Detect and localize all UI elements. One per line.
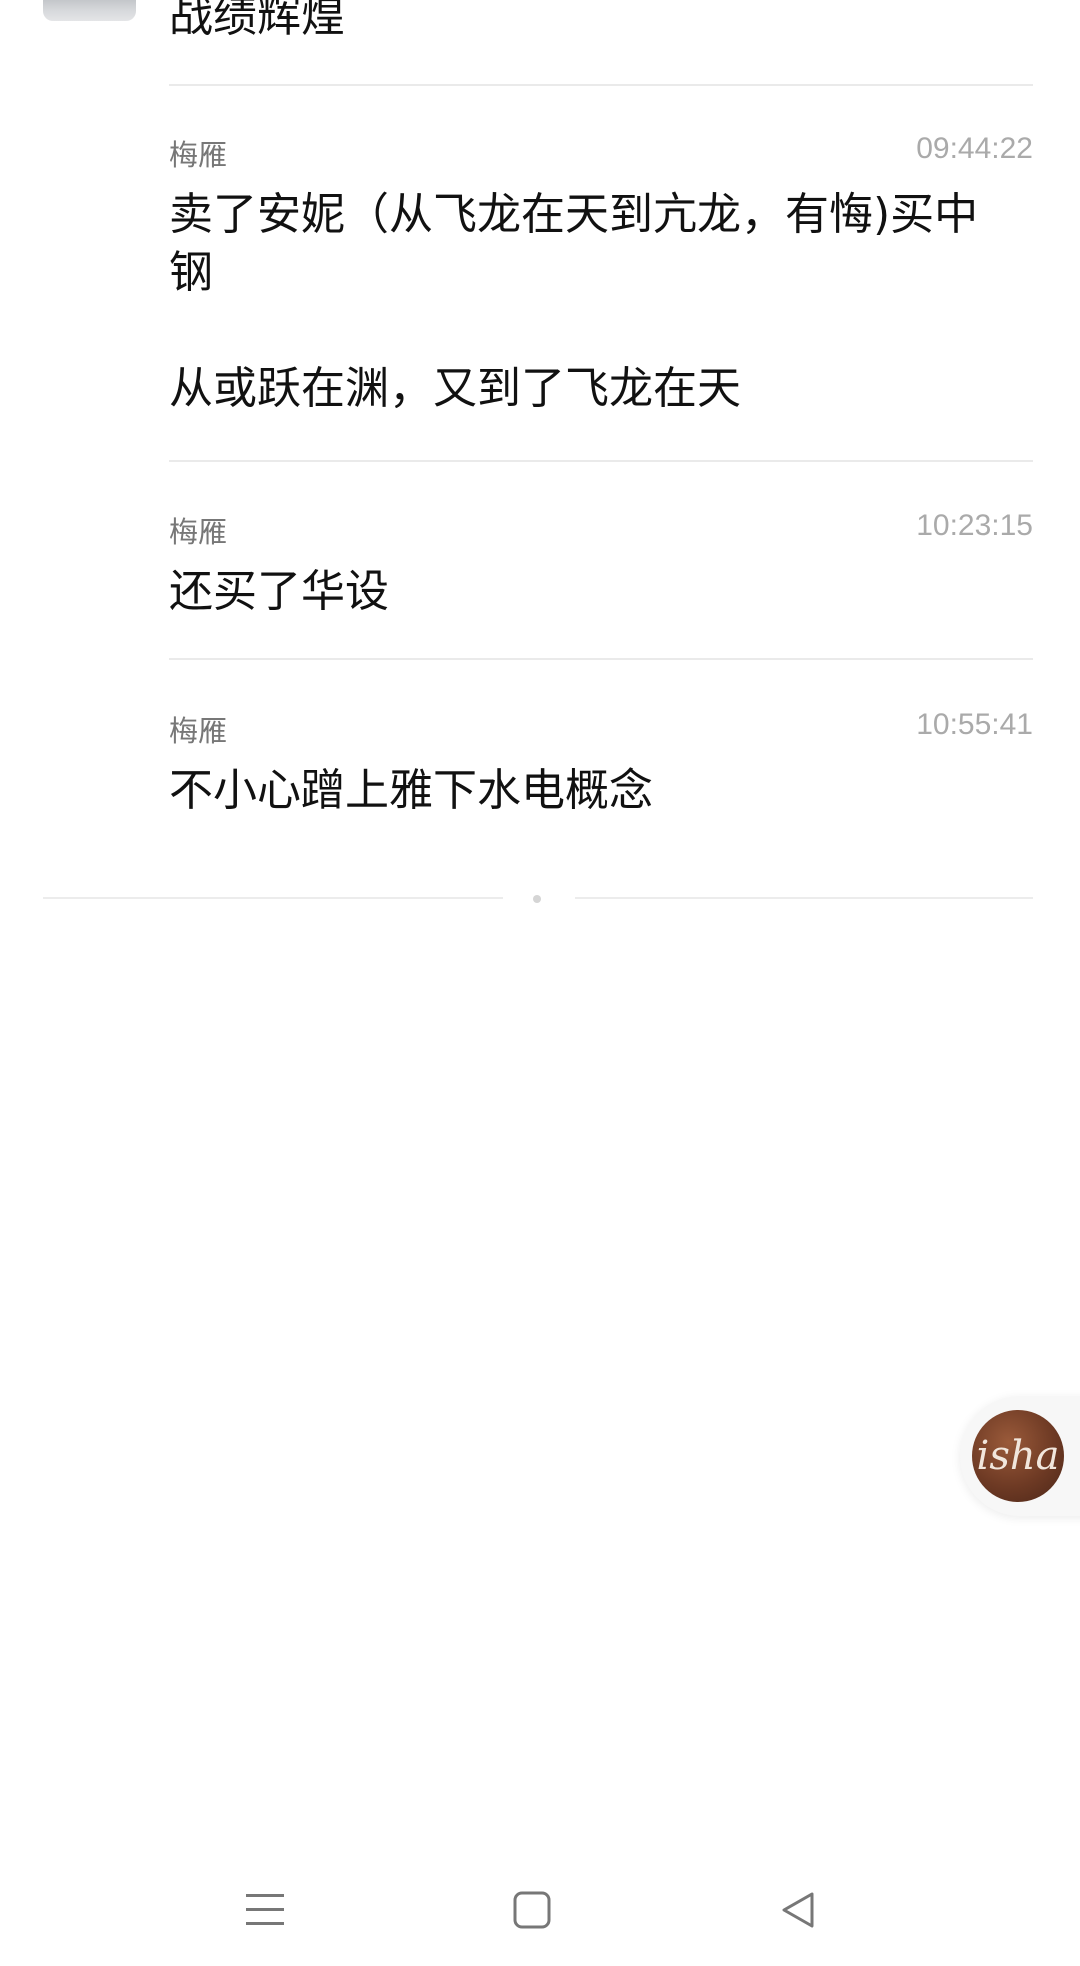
message-text: 战绩辉煌 bbox=[169, 0, 345, 42]
system-navigation-bar bbox=[0, 1840, 1080, 1966]
message-time: 09:44:22 bbox=[916, 132, 1033, 165]
divider bbox=[169, 658, 1033, 660]
back-button[interactable] bbox=[758, 1880, 838, 1940]
message-text: 不小心蹭上雅下水电概念 bbox=[169, 765, 653, 816]
message-item[interactable]: 梅雁 10:23:15 还买了华设 bbox=[169, 505, 1033, 625]
divider bbox=[169, 84, 1033, 86]
previous-message: 战绩辉煌 bbox=[169, 0, 1033, 46]
logo-label: isha bbox=[976, 1433, 1060, 1479]
menu-button[interactable] bbox=[225, 1880, 305, 1940]
end-separator-right bbox=[575, 897, 1033, 899]
message-time: 10:23:15 bbox=[916, 509, 1033, 542]
avatar[interactable] bbox=[43, 0, 136, 21]
divider bbox=[169, 460, 1033, 462]
message-text: 卖了安妮（从飞龙在天到亢龙，有悔)买中 钢 从或跃在渊，又到了飞龙在天 bbox=[169, 189, 979, 414]
message-item[interactable]: 梅雁 09:44:22 卖了安妮（从飞龙在天到亢龙，有悔)买中 钢 从或跃在渊，… bbox=[169, 128, 1033, 428]
end-separator-left bbox=[43, 897, 503, 899]
floating-app-button[interactable]: isha bbox=[960, 1396, 1080, 1516]
home-square-icon bbox=[513, 1891, 551, 1929]
message-item[interactable]: 梅雁 10:55:41 不小心蹭上雅下水电概念 bbox=[169, 704, 1033, 824]
home-button[interactable] bbox=[492, 1880, 572, 1940]
isha-logo: isha bbox=[972, 1410, 1064, 1502]
message-text: 还买了华设 bbox=[169, 566, 389, 617]
sender-name: 梅雁 bbox=[169, 138, 228, 172]
message-time: 10:55:41 bbox=[916, 708, 1033, 741]
back-triangle-icon bbox=[782, 1892, 814, 1928]
end-separator-dot bbox=[533, 895, 541, 903]
sender-name: 梅雁 bbox=[169, 515, 228, 549]
menu-icon bbox=[246, 1894, 284, 1925]
sender-name: 梅雁 bbox=[169, 714, 228, 748]
